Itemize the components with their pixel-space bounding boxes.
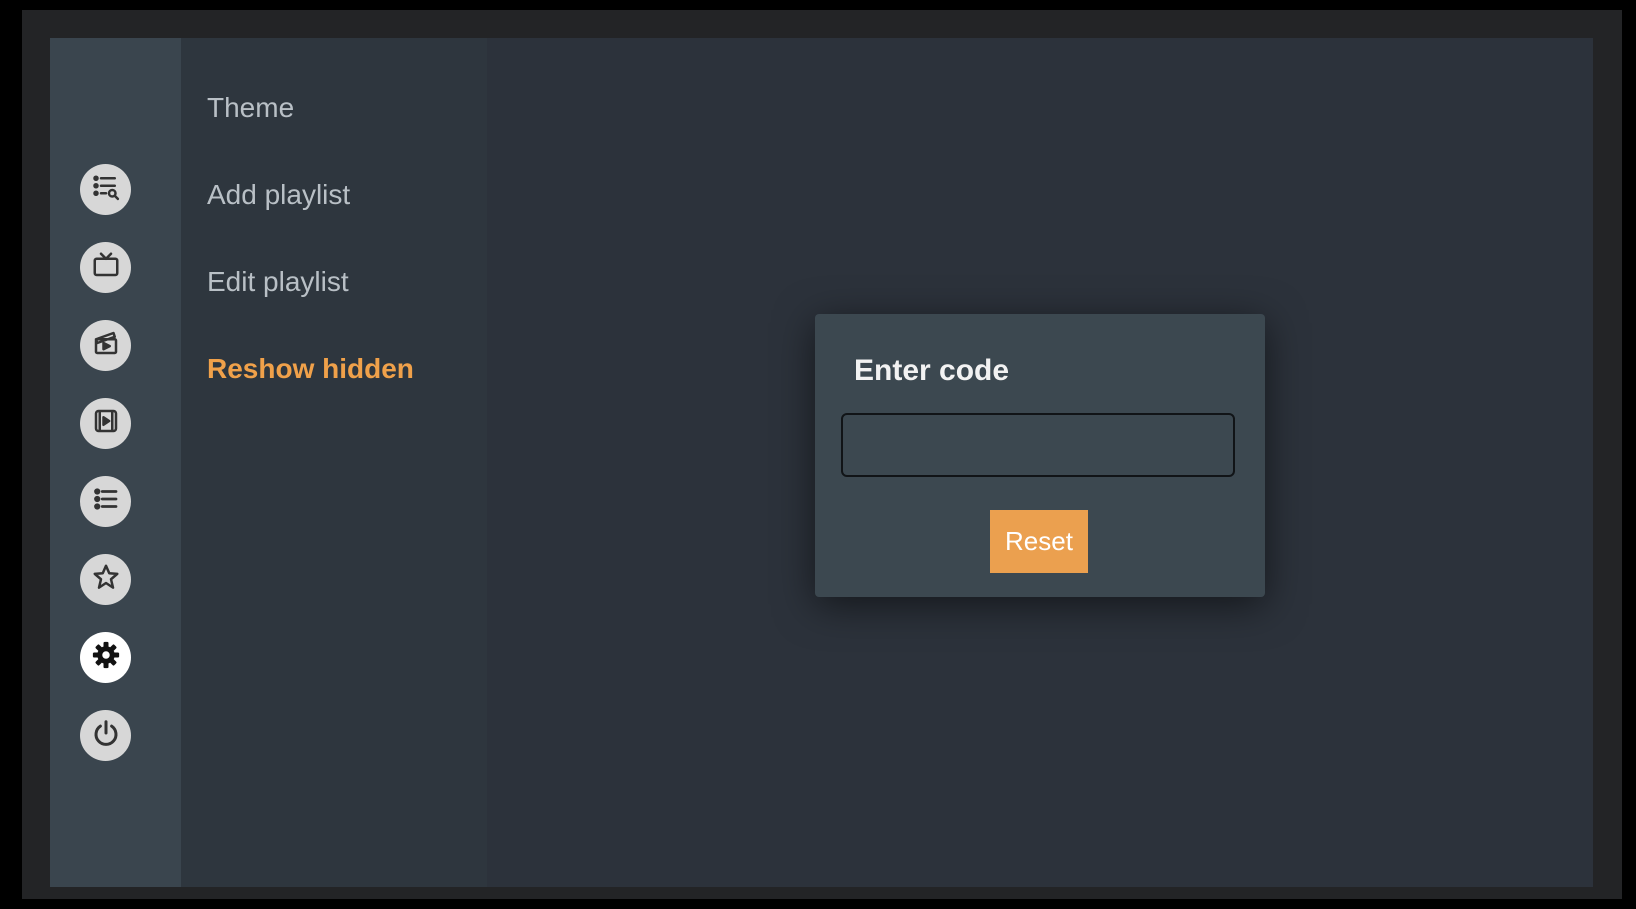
settings-gear-icon [91,640,121,675]
dialog-title: Enter code [854,354,1010,387]
code-input[interactable] [841,413,1235,477]
sidebar-item-live-tv[interactable] [80,242,131,293]
sidebar-item-power[interactable] [80,710,131,761]
playlist-search-icon [91,172,121,207]
icon-sidebar [50,38,181,887]
menu-item-add-playlist[interactable]: Add playlist [207,179,350,211]
list-icon [91,484,121,519]
enter-code-dialog: Enter code Reset [815,314,1265,597]
sidebar-item-movies[interactable] [80,320,131,371]
sidebar-item-favorites[interactable] [80,554,131,605]
movies-icon [91,328,121,363]
series-icon [91,406,121,441]
power-icon [91,718,121,753]
reset-button[interactable]: Reset [990,510,1088,573]
live-tv-icon [91,250,121,285]
sidebar-item-list[interactable] [80,476,131,527]
sidebar-item-series[interactable] [80,398,131,449]
settings-menu: Theme Add playlist Edit playlist Reshow … [181,38,487,887]
menu-item-edit-playlist[interactable]: Edit playlist [207,266,349,298]
app-screen: Theme Add playlist Edit playlist Reshow … [50,38,1593,887]
favorites-star-icon [91,562,121,597]
sidebar-item-settings[interactable] [80,632,131,683]
menu-item-reshow-hidden[interactable]: Reshow hidden [207,353,414,385]
menu-item-theme[interactable]: Theme [207,92,294,124]
sidebar-item-playlist-search[interactable] [80,164,131,215]
